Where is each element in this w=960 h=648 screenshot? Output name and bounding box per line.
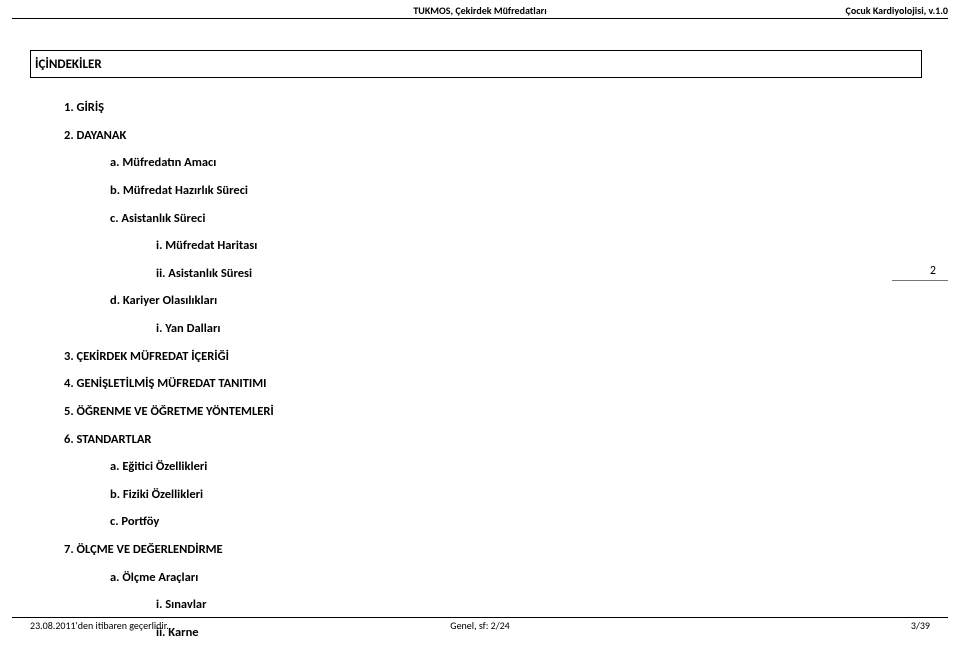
side-mark-line — [892, 280, 948, 281]
side-page-number: 2 — [930, 264, 936, 278]
header-rule — [12, 18, 948, 19]
toc-sub-item: d. Kariyer Olasılıkları — [110, 293, 710, 309]
header-row: TUKMOS, Çekirdek Müfredatları Çocuk Kard… — [12, 4, 948, 17]
toc-sub-item: a. Eğitici Özellikleri — [110, 459, 710, 475]
title-box-text: İÇİNDEKİLER — [35, 57, 102, 72]
title-box: İÇİNDEKİLER — [30, 50, 922, 78]
toc-item: 3. ÇEKİRDEK MÜFREDAT İÇERİĞİ — [64, 349, 710, 365]
toc-sub-item: a. Ölçme Araçları — [110, 570, 710, 586]
toc-subsub-item: i. Sınavlar — [156, 597, 710, 613]
header-right: Çocuk Kardiyolojisi, v.1.0 — [846, 4, 948, 17]
toc-sub-item: c. Portföy — [110, 514, 710, 530]
toc-item: 1. GİRİŞ — [64, 100, 710, 116]
document-page: TUKMOS, Çekirdek Müfredatları Çocuk Kard… — [0, 0, 960, 648]
footer-center: Genel, sf: 2/24 — [450, 619, 509, 632]
toc-subsub-item: ii. Asistanlık Süresi — [156, 266, 710, 282]
table-of-contents: 1. GİRİŞ 2. DAYANAK a. Müfredatın Amacı … — [46, 88, 710, 641]
toc-item: 6. STANDARTLAR — [64, 432, 710, 448]
toc-sub-item: a. Müfredatın Amacı — [110, 155, 710, 171]
footer-left: 23.08.2011'den itibaren geçerlidir. — [30, 619, 169, 632]
footer-right: 3/39 — [911, 619, 930, 632]
footer-rule — [12, 617, 948, 618]
toc-item: 2. DAYANAK — [64, 128, 710, 144]
header-center: TUKMOS, Çekirdek Müfredatları — [413, 4, 546, 17]
toc-sub-item: b. Müfredat Hazırlık Süreci — [110, 183, 710, 199]
footer-row: 23.08.2011'den itibaren geçerlidir. Gene… — [30, 619, 930, 632]
toc-item: 4. GENİŞLETİLMİŞ MÜFREDAT TANITIMI — [64, 376, 710, 392]
toc-subsub-item: i. Yan Dalları — [156, 321, 710, 337]
toc-item: 7. ÖLÇME VE DEĞERLENDİRME — [64, 542, 710, 558]
toc-sub-item: c. Asistanlık Süreci — [110, 211, 710, 227]
toc-sub-item: b. Fiziki Özellikleri — [110, 487, 710, 503]
toc-item: 5. ÖĞRENME VE ÖĞRETME YÖNTEMLERİ — [64, 404, 710, 420]
toc-subsub-item: i. Müfredat Haritası — [156, 238, 710, 254]
